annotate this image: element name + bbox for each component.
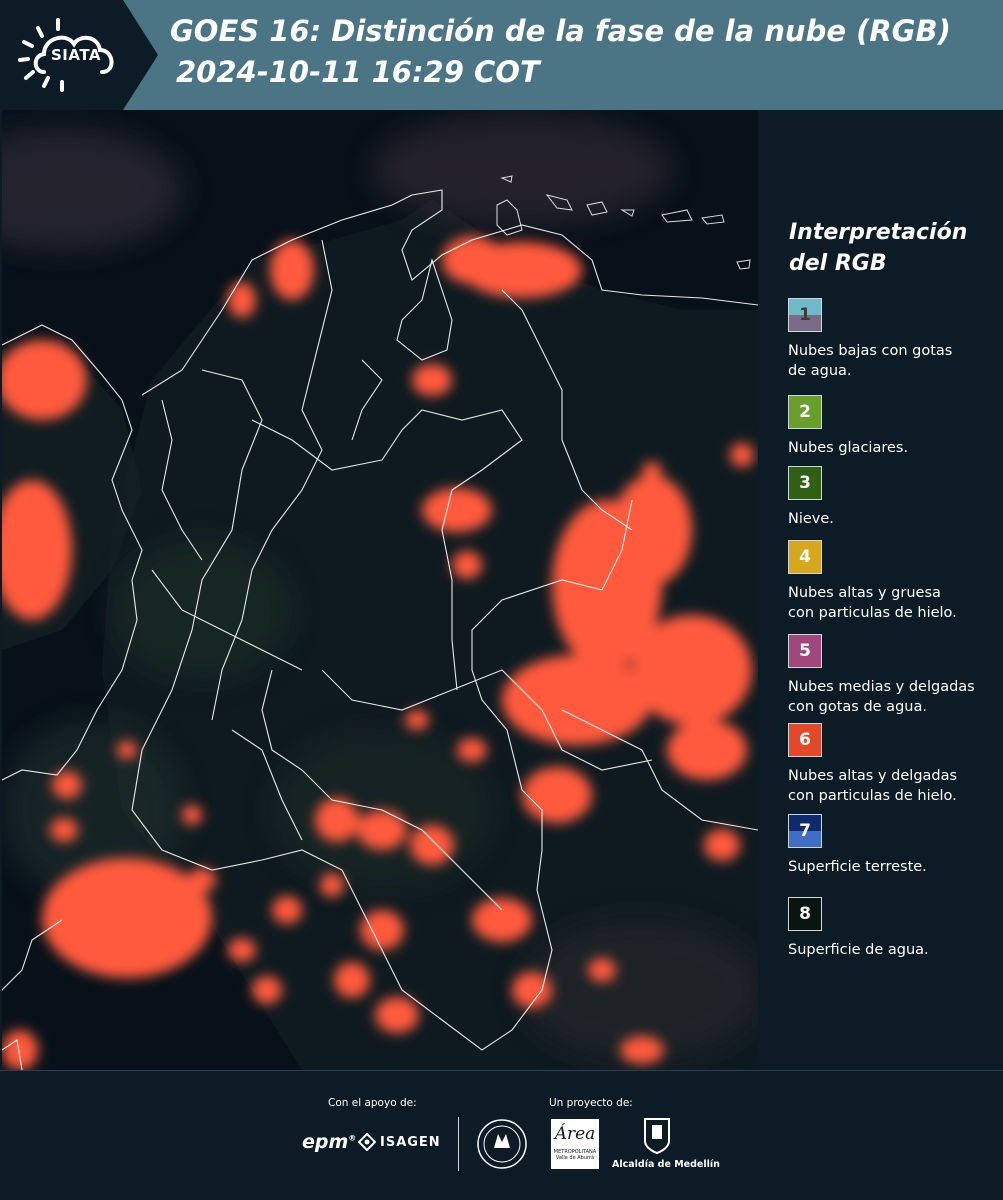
legend-swatch-number: 6 [799, 730, 811, 750]
legend-label-line: Nubes altas y gruesa [788, 585, 941, 601]
footer: Con el apoyo de: Un proyecto de: epm® IS… [0, 1070, 1003, 1200]
legend-label-line: con particulas de hielo. [788, 605, 957, 621]
isagen-logo-text: ISAGEN [380, 1134, 441, 1150]
siata-logo-text: SIATA [51, 46, 102, 64]
legend-label-line: Nieve. [788, 511, 834, 527]
alcaldia-logo-text: Alcaldía de Medellín [612, 1159, 720, 1170]
legend-swatch-number: 2 [799, 402, 811, 422]
legend-label: Nieve. [788, 509, 998, 529]
legend-label-line: Nubes medias y delgadas [788, 679, 975, 695]
legend-title-line1: Interpretación [789, 220, 968, 245]
legend-item-8: 8 Superficie de agua. [788, 897, 998, 960]
legend-swatch-number: 1 [799, 305, 811, 325]
area-logo-text: Área [554, 1124, 596, 1144]
satellite-map-canvas [2, 110, 758, 1070]
alcaldia-shield-icon [644, 1118, 670, 1155]
legend-label: Nubes bajas con gotas de agua. [788, 341, 998, 381]
page-title: GOES 16: Distinción de la fase de la nub… [170, 14, 951, 48]
legend-label: Nubes altas y delgadas con particulas de … [788, 766, 998, 806]
legend-item-1: 1 Nubes bajas con gotas de agua. [788, 298, 998, 381]
legend-label-line: Superficie de agua. [788, 942, 929, 958]
area-metropolitana-logo: Área METROPOLITANA Valle de Aburrá [551, 1119, 599, 1169]
legend-swatch-number: 3 [799, 473, 811, 493]
legend-label-line: Nubes bajas con gotas [788, 343, 953, 359]
legend-swatch-number: 7 [799, 821, 811, 841]
legend-label-line: Nubes altas y delgadas [788, 768, 958, 784]
legend-swatch-3: 3 [788, 466, 822, 500]
area-logo-subtext2: Valle de Aburrá [555, 1155, 595, 1161]
project-caption: Un proyecto de: [549, 1097, 633, 1109]
legend-title: Interpretación del RGB [789, 217, 989, 279]
legend-swatch-number: 8 [799, 904, 811, 924]
legend-item-4: 4 Nubes altas y gruesa con particulas de h… [788, 540, 998, 623]
legend-swatch-2: 2 [788, 395, 822, 429]
legend-swatch-number: 5 [799, 641, 811, 661]
legend-swatch-8: 8 [788, 897, 822, 931]
legend-item-5: 5 Nubes medias y delgadas con gotas de agu… [788, 634, 998, 717]
legend-swatch-6: 6 [788, 723, 822, 757]
legend-swatch-4: 4 [788, 540, 822, 574]
siata-seal-logo [477, 1119, 527, 1169]
legend-swatch-number: 4 [799, 547, 811, 567]
legend-swatch-7: 7 [788, 814, 822, 848]
legend-label-line: Nubes glaciares. [788, 440, 909, 456]
page-timestamp: 2024-10-11 16:29 COT [176, 55, 540, 89]
legend-label: Nubes altas y gruesa con particulas de hi… [788, 583, 998, 623]
legend-label: Superficie terreste. [788, 857, 998, 877]
legend-item-7: 7 Superficie terreste. [788, 814, 998, 877]
satellite-map[interactable] [2, 110, 758, 1070]
legend-label-line: de agua. [788, 363, 852, 379]
legend-label-line: con particulas de hielo. [788, 788, 957, 804]
footer-divider [458, 1117, 459, 1171]
legend-label: Nubes glaciares. [788, 438, 998, 458]
legend-panel: Interpretación del RGB 1 Nubes bajas con … [760, 110, 1003, 1070]
header-band: SIATA GOES 16: Distinción de la fase de … [0, 0, 1003, 110]
isagen-logo: ISAGEN [358, 1133, 441, 1151]
legend-title-line2: del RGB [789, 251, 887, 276]
legend-item-3: 3 Nieve. [788, 466, 998, 529]
legend-swatch-1: 1 [788, 298, 822, 332]
legend-label: Nubes medias y delgadas con gotas de agua… [788, 677, 998, 717]
epm-logo: epm® [302, 1131, 357, 1153]
support-caption: Con el apoyo de: [328, 1097, 417, 1109]
isagen-logo-icon [358, 1133, 376, 1151]
epm-logo-text: epm [302, 1131, 349, 1153]
legend-label: Superficie de agua. [788, 940, 998, 960]
legend-item-2: 2 Nubes glaciares. [788, 395, 998, 458]
legend-label-line: con gotas de agua. [788, 699, 927, 715]
legend-swatch-5: 5 [788, 634, 822, 668]
legend-label-line: Superficie terreste. [788, 859, 927, 875]
legend-item-6: 6 Nubes altas y delgadas con particulas de… [788, 723, 998, 806]
